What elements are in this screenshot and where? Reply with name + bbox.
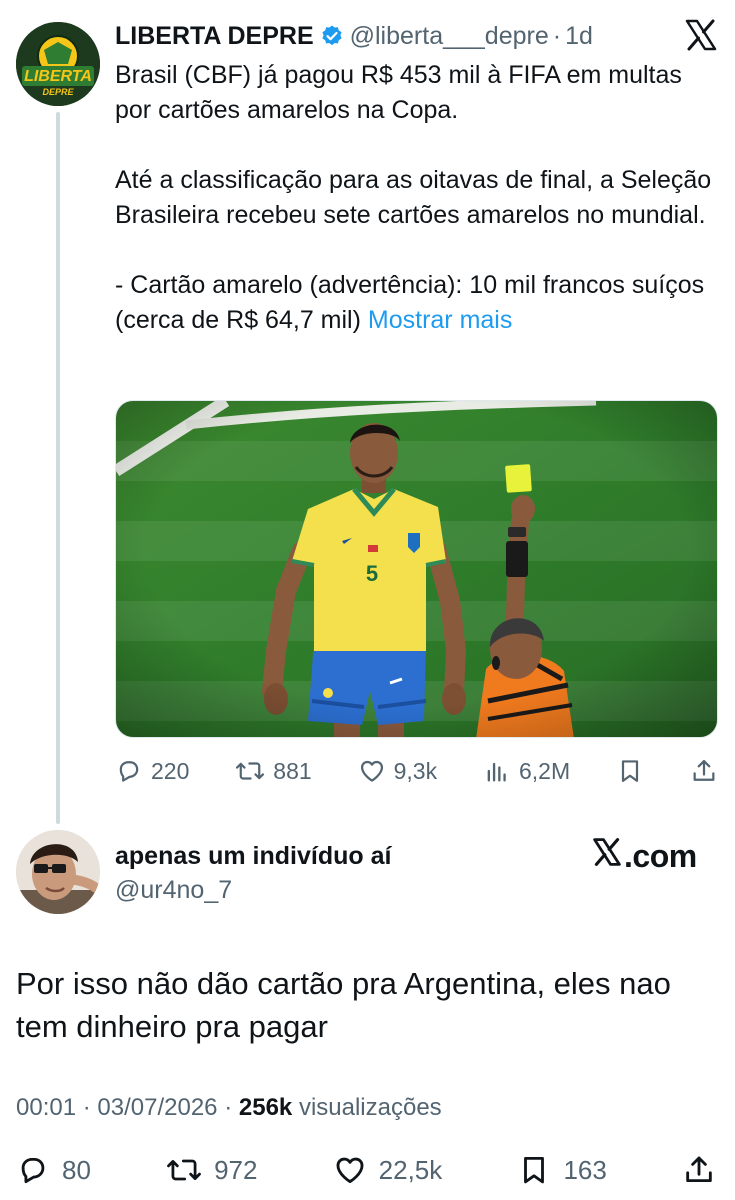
reply-author-name[interactable]: apenas um indivíduo aí bbox=[115, 842, 391, 871]
reply-tweet-meta: 00:01 · 03/07/2026 · 256k visualizações bbox=[16, 1094, 442, 1122]
bookmark-button[interactable] bbox=[616, 757, 644, 785]
avatar-logo-subtext: DEPRE bbox=[42, 87, 74, 97]
brand-domain-text: .com bbox=[624, 837, 697, 874]
reply-bookmark-count: 163 bbox=[563, 1154, 607, 1185]
reply-retweet-count: 972 bbox=[214, 1154, 258, 1185]
liberta-depre-avatar[interactable]: LIBERTA DEPRE bbox=[16, 22, 100, 106]
meta-separator-2: · bbox=[224, 1094, 239, 1121]
x-logo-icon[interactable] bbox=[684, 18, 718, 52]
share-icon bbox=[690, 757, 718, 785]
reply-tweet-text: Por isso não dão cartão pra Argentina, e… bbox=[16, 966, 671, 1044]
like-button[interactable]: 9,3k bbox=[358, 757, 437, 785]
author-name[interactable]: LIBERTA DEPRE bbox=[115, 22, 314, 51]
reply-author-handle[interactable]: @ur4no_7 bbox=[115, 876, 232, 905]
like-count: 9,3k bbox=[393, 757, 438, 784]
separator-dot: · bbox=[552, 21, 562, 50]
reply-button[interactable]: 220 bbox=[115, 757, 189, 785]
share-button[interactable] bbox=[690, 757, 718, 785]
reply-bookmark-button[interactable]: 163 bbox=[517, 1153, 607, 1187]
reply-views-count: 256k bbox=[238, 1094, 293, 1121]
thread-line bbox=[56, 112, 60, 824]
heart-icon bbox=[358, 757, 386, 785]
reply-icon bbox=[115, 757, 143, 785]
reply-retweet-button[interactable]: 972 bbox=[166, 1153, 257, 1187]
quoted-tweet-text: Brasil (CBF) já pagou R$ 453 mil à FIFA … bbox=[115, 58, 715, 338]
tweet-time[interactable]: 1d bbox=[565, 22, 593, 51]
reply-share-button[interactable] bbox=[682, 1153, 716, 1187]
reply-reply-count: 80 bbox=[62, 1154, 91, 1185]
retweet-icon bbox=[235, 757, 265, 785]
meta-separator-1: · bbox=[82, 1094, 98, 1121]
avatar-logo-text: LIBERTA bbox=[24, 68, 92, 85]
tweet-media-photo[interactable]: 5 bbox=[115, 400, 718, 738]
retweet-icon bbox=[166, 1153, 202, 1187]
reply-date[interactable]: 03/07/2026 bbox=[97, 1094, 217, 1121]
reply-time[interactable]: 00:01 bbox=[16, 1094, 76, 1121]
reply-like-button[interactable]: 22,5k bbox=[333, 1153, 443, 1187]
reply-like-count: 22,5k bbox=[378, 1154, 443, 1185]
reply-author-avatar[interactable] bbox=[16, 830, 100, 914]
reply-views-label: visualizações bbox=[298, 1094, 442, 1121]
views-button[interactable]: 6,2M bbox=[483, 757, 570, 785]
views-bar-chart-icon bbox=[483, 757, 511, 785]
reply-tweet-actions: 80 972 22,5k 163 bbox=[16, 1148, 716, 1192]
reply-icon bbox=[16, 1153, 50, 1187]
bookmark-icon bbox=[616, 757, 644, 785]
tweet-paragraph-3: - Cartão amarelo (advertência): 10 mil f… bbox=[115, 268, 715, 338]
retweet-count: 881 bbox=[273, 757, 312, 784]
heart-icon bbox=[333, 1153, 367, 1187]
quoted-tweet-actions: 220 881 9,3k 6,2M bbox=[115, 752, 718, 790]
bookmark-icon bbox=[517, 1153, 551, 1187]
reply-reply-button[interactable]: 80 bbox=[16, 1153, 91, 1187]
author-handle[interactable]: @liberta___depre bbox=[350, 22, 549, 51]
tweet-paragraph-1: Brasil (CBF) já pagou R$ 453 mil à FIFA … bbox=[115, 61, 682, 124]
views-count: 6,2M bbox=[519, 757, 571, 784]
share-icon bbox=[682, 1153, 716, 1187]
x-com-brand: .com bbox=[592, 836, 697, 876]
reply-count: 220 bbox=[151, 757, 190, 784]
show-more-link[interactable]: Mostrar mais bbox=[368, 306, 512, 334]
retweet-button[interactable]: 881 bbox=[235, 757, 312, 785]
tweet-paragraph-2: Até a classificação para as oitavas de f… bbox=[115, 166, 712, 229]
quoted-tweet-header: LIBERTA DEPRE @liberta___depre · 1d bbox=[115, 18, 593, 54]
verified-badge-icon bbox=[320, 24, 344, 48]
x-brand-icon bbox=[592, 837, 624, 875]
